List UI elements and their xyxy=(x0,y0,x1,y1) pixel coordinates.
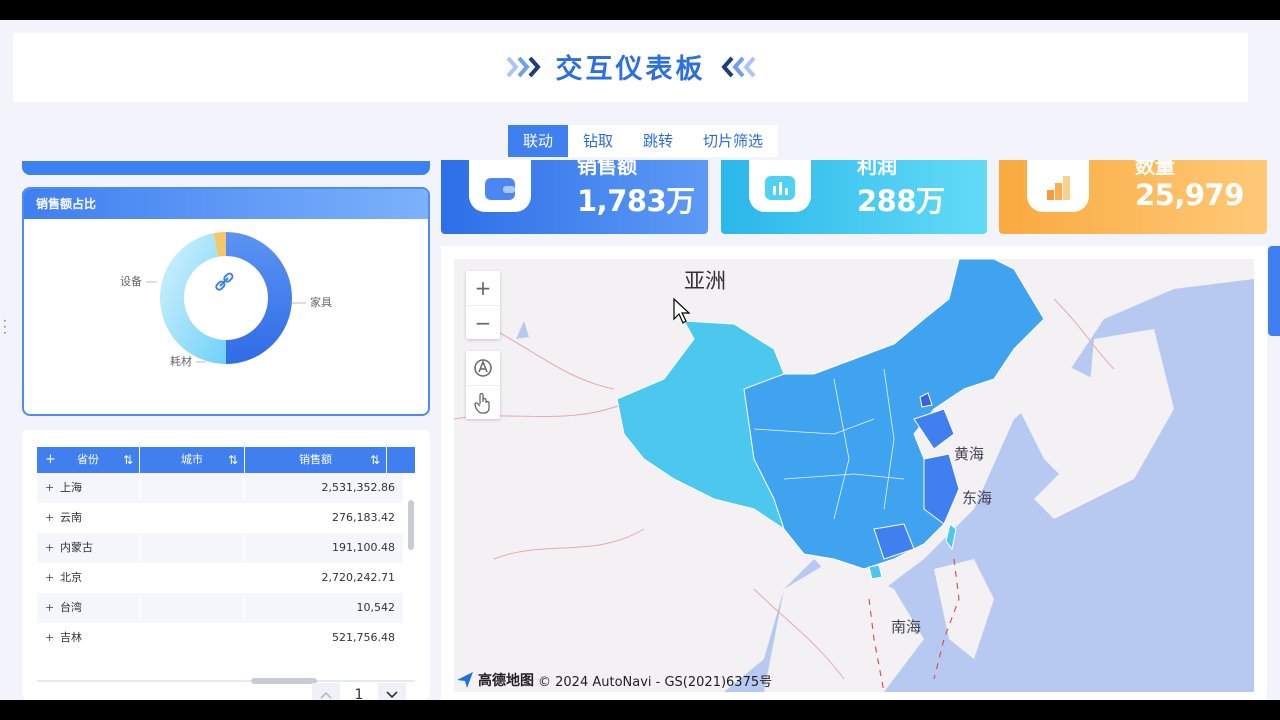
chevrons-right-decoration-icon xyxy=(506,54,542,80)
chevron-down-icon xyxy=(386,691,398,699)
table-body: + 上海 2,531,352.86 + 云南 276,183.42 + 内蒙古 191,10… xyxy=(37,473,403,653)
next-page-button[interactable] xyxy=(378,683,406,700)
china-map[interactable]: 亚洲 黄海 东海 南海 + − 高德地图 © 2024 AutoNavi - G… xyxy=(454,259,1254,692)
stacked-bars-icon xyxy=(1027,160,1089,212)
mouse-cursor-icon xyxy=(673,297,691,324)
province-sales-table: + 省份 ⇅ 城市 ⇅ 销售额 ⇅ + 上海 2,531,352.86 + 云南 276… xyxy=(22,430,430,700)
bar-chart-icon xyxy=(749,160,811,212)
slice-label-consumables: 耗材 xyxy=(170,354,192,368)
sales-share-panel: 销售额占比 设备 家具 耗材 xyxy=(22,187,430,416)
map-canvas[interactable] xyxy=(454,259,1254,692)
link-icon xyxy=(215,272,234,291)
vertical-scrollbar[interactable] xyxy=(408,500,414,550)
expand-row-icon[interactable]: + xyxy=(45,473,60,503)
column-header-sales[interactable]: 销售额 ⇅ xyxy=(245,447,387,473)
zoom-controls: + − xyxy=(466,271,500,339)
expand-row-icon[interactable]: + xyxy=(45,623,60,653)
table-header: + 省份 ⇅ 城市 ⇅ 销售额 ⇅ xyxy=(37,447,415,473)
zoom-out-button[interactable]: − xyxy=(466,305,500,339)
drag-handle-icon[interactable]: · · · xyxy=(3,315,7,339)
chevron-up-icon xyxy=(320,691,332,699)
table-row[interactable]: + 内蒙古 191,100.48 xyxy=(37,533,403,563)
page-title: 交互仪表板 xyxy=(555,54,706,85)
sort-icon[interactable]: ⇅ xyxy=(123,447,133,473)
kpi-card-sales[interactable]: 销售额 1,783万 xyxy=(441,160,708,234)
map-label-south-sea: 南海 xyxy=(891,618,922,636)
table-row[interactable]: + 北京 2,720,242.71 xyxy=(37,563,403,593)
prev-page-button[interactable] xyxy=(312,683,340,700)
pie-slice-0[interactable] xyxy=(226,232,292,364)
map-label-east-sea: 东海 xyxy=(962,489,993,507)
table-row[interactable]: + 台湾 10,542 xyxy=(37,593,403,623)
table-row[interactable]: + 吉林 521,756.48 xyxy=(37,623,403,653)
mode-tabs: 联动 钻取 跳转 切片筛选 xyxy=(508,125,779,157)
map-label-asia: 亚洲 xyxy=(684,269,726,293)
side-toolbar[interactable] xyxy=(1268,246,1280,336)
kpi-value: 1,783万 xyxy=(577,184,695,218)
pagination: 1 xyxy=(312,682,406,700)
tab-linkage[interactable]: 联动 xyxy=(508,125,569,157)
dashboard-frame: 交互仪表板 联动 钻取 跳转 切片筛选 销售额占比 设备 家具 耗材 + 省份 … xyxy=(0,20,1280,700)
wallet-icon xyxy=(469,160,531,212)
panel-edge xyxy=(22,161,430,175)
page-number: 1 xyxy=(354,687,364,700)
tab-jump[interactable]: 跳转 xyxy=(628,125,688,157)
expand-row-icon[interactable]: + xyxy=(45,533,60,563)
donut-chart: 设备 家具 耗材 xyxy=(120,232,332,368)
map-panel: 亚洲 黄海 东海 南海 + − 高德地图 © 2024 AutoNavi - G… xyxy=(441,246,1267,700)
tab-slice-filter[interactable]: 切片筛选 xyxy=(688,125,778,157)
compass-icon[interactable] xyxy=(466,351,500,385)
chevrons-left-decoration-icon xyxy=(720,54,756,80)
map-attribution: 高德地图 © 2024 AutoNavi - GS(2021)6375号 xyxy=(456,670,772,690)
column-header-province[interactable]: + 省份 ⇅ xyxy=(37,447,140,473)
kpi-label: 利润 xyxy=(857,160,897,178)
slice-label-furniture: 家具 xyxy=(310,295,332,309)
sort-icon[interactable]: ⇅ xyxy=(370,447,380,473)
map-tools xyxy=(466,351,500,419)
column-header-city[interactable]: 城市 ⇅ xyxy=(140,447,245,473)
map-label-yellow-sea: 黄海 xyxy=(954,445,985,463)
table-row[interactable]: + 云南 276,183.42 xyxy=(37,503,403,533)
sort-icon[interactable]: ⇅ xyxy=(228,447,238,473)
kpi-card-quantity[interactable]: 数量 25,979 xyxy=(999,160,1267,234)
hand-pan-icon[interactable] xyxy=(466,385,500,419)
kpi-value: 288万 xyxy=(857,184,945,218)
panel-title: 销售额占比 xyxy=(24,189,428,219)
expand-all-icon[interactable]: + xyxy=(45,447,56,473)
kpi-label: 销售额 xyxy=(577,160,637,178)
zoom-in-button[interactable]: + xyxy=(466,271,500,305)
expand-row-icon[interactable]: + xyxy=(45,503,60,533)
expand-row-icon[interactable]: + xyxy=(45,563,60,593)
kpi-label: 数量 xyxy=(1135,160,1175,178)
kpi-value: 25,979 xyxy=(1135,178,1244,212)
kpi-card-profit[interactable]: 利润 288万 xyxy=(721,160,987,234)
table-row[interactable]: + 上海 2,531,352.86 xyxy=(37,473,403,503)
pie-slice-1[interactable] xyxy=(160,233,226,365)
dashboard-header: 交互仪表板 xyxy=(13,33,1248,102)
amap-logo-icon xyxy=(457,672,473,688)
tab-drill[interactable]: 钻取 xyxy=(568,125,628,157)
expand-row-icon[interactable]: + xyxy=(45,593,60,623)
slice-label-device: 设备 xyxy=(120,274,142,288)
horizontal-scrollbar[interactable] xyxy=(251,678,317,684)
